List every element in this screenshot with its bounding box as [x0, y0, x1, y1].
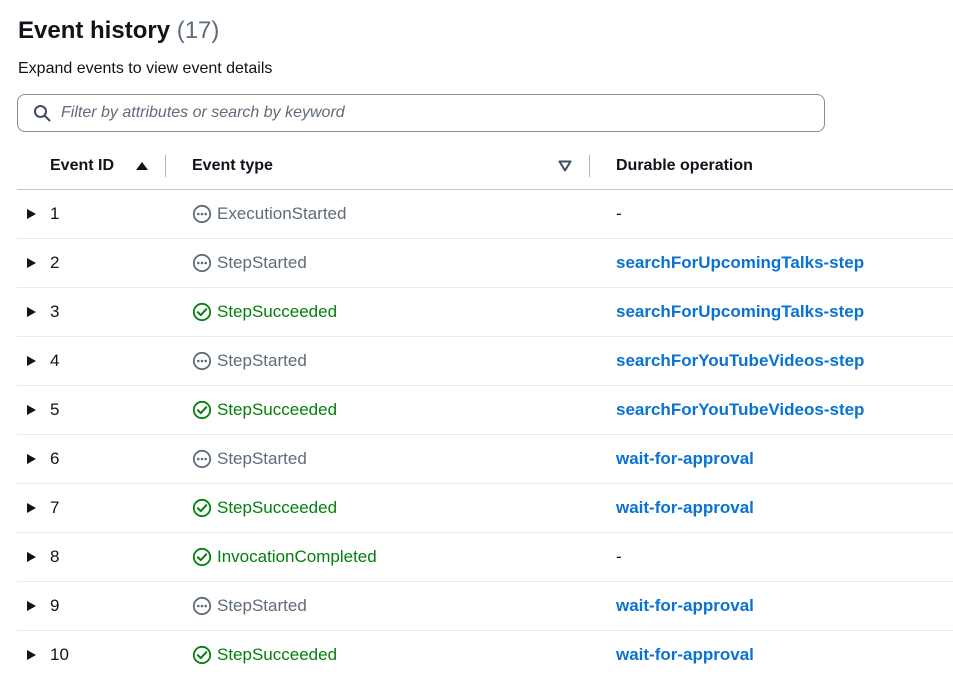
event-id-cell: 8	[50, 547, 60, 566]
table-row[interactable]: 7 StepSucceeded wait-for-approval	[17, 484, 953, 533]
success-icon	[192, 547, 212, 567]
in-progress-icon	[192, 351, 212, 371]
table-row[interactable]: 9 StepStarted wait-for-approval	[17, 582, 953, 631]
event-type-cell: StepStarted	[192, 337, 307, 385]
search-input[interactable]	[61, 104, 824, 122]
durable-operation-cell: searchForYouTubeVideos-step	[616, 337, 864, 385]
column-header-event-id[interactable]: Event ID	[50, 142, 114, 189]
expand-caret-icon[interactable]	[25, 257, 37, 269]
table-row[interactable]: 3 StepSucceeded searchForUpcomingTalks-ste…	[17, 288, 953, 337]
event-type-cell: ExecutionStarted	[192, 190, 346, 238]
event-type-cell: StepStarted	[192, 239, 307, 287]
durable-operation-link[interactable]: searchForYouTubeVideos-step	[616, 400, 864, 420]
event-id-cell: 6	[50, 449, 60, 468]
expand-caret-icon[interactable]	[25, 502, 37, 514]
durable-operation-empty: -	[616, 204, 622, 223]
durable-operation-link[interactable]: wait-for-approval	[616, 645, 754, 665]
success-icon	[192, 645, 212, 665]
column-divider[interactable]	[165, 155, 166, 177]
page-header: Event history (17)	[18, 16, 219, 46]
durable-operation-link[interactable]: wait-for-approval	[616, 498, 754, 518]
sort-indicator-icon[interactable]	[558, 160, 572, 172]
event-type-cell: StepStarted	[192, 582, 307, 630]
event-type-cell: StepSucceeded	[192, 288, 337, 336]
search-icon	[34, 105, 51, 122]
event-id-cell: 2	[50, 253, 60, 272]
page-description: Expand events to view event details	[18, 60, 273, 77]
expand-caret-icon[interactable]	[25, 404, 37, 416]
expand-caret-icon[interactable]	[25, 649, 37, 661]
durable-operation-cell: wait-for-approval	[616, 582, 754, 630]
event-type-label: ExecutionStarted	[217, 204, 347, 223]
event-id-cell: 5	[50, 400, 60, 419]
event-type-label: StepStarted	[217, 351, 307, 370]
column-header-durable-operation[interactable]: Durable operation	[616, 142, 753, 189]
event-type-label: StepSucceeded	[217, 498, 338, 517]
table-row[interactable]: 1 ExecutionStarted -	[17, 190, 953, 239]
durable-operation-link[interactable]: searchForUpcomingTalks-step	[616, 302, 864, 322]
durable-operation-cell: searchForUpcomingTalks-step	[616, 239, 864, 287]
event-type-label: StepSucceeded	[217, 645, 338, 664]
table-row[interactable]: 4 StepStarted searchForYouTubeVideos-step	[17, 337, 953, 386]
event-id-cell: 4	[50, 351, 60, 370]
search-box[interactable]	[17, 94, 825, 132]
event-id-cell: 3	[50, 302, 60, 321]
table-row[interactable]: 2 StepStarted searchForUpcomingTalks-step	[17, 239, 953, 288]
success-icon	[192, 400, 212, 420]
durable-operation-link[interactable]: searchForUpcomingTalks-step	[616, 253, 864, 273]
table-row[interactable]: 8 InvocationCompleted -	[17, 533, 953, 582]
column-header-event-type[interactable]: Event type	[192, 142, 273, 189]
in-progress-icon	[192, 204, 212, 224]
event-type-label: StepStarted	[217, 253, 307, 272]
success-icon	[192, 498, 212, 518]
in-progress-icon	[192, 596, 212, 616]
event-id-cell: 10	[50, 645, 69, 664]
title-text: Event history	[18, 17, 171, 44]
durable-operation-empty: -	[616, 547, 622, 566]
page-title: Event history (17)	[18, 16, 219, 46]
column-divider[interactable]	[589, 155, 590, 177]
event-type-cell: InvocationCompleted	[192, 533, 377, 581]
event-type-cell: StepSucceeded	[192, 631, 337, 679]
event-type-label: StepSucceeded	[217, 302, 338, 321]
event-type-cell: StepSucceeded	[192, 484, 337, 532]
sort-ascending-icon[interactable]	[135, 161, 149, 171]
table-row[interactable]: 5 StepSucceeded searchForYouTubeVideos-ste…	[17, 386, 953, 435]
durable-operation-cell: -	[616, 533, 622, 581]
durable-operation-cell: searchForUpcomingTalks-step	[616, 288, 864, 336]
expand-caret-icon[interactable]	[25, 208, 37, 220]
event-id-cell: 9	[50, 596, 60, 615]
event-id-cell: 7	[50, 498, 60, 517]
durable-operation-link[interactable]: searchForYouTubeVideos-step	[616, 351, 864, 371]
event-count: (17)	[176, 17, 220, 44]
expand-caret-icon[interactable]	[25, 355, 37, 367]
event-table: Event ID Event type Durable operation 1 E…	[17, 142, 953, 679]
durable-operation-cell: wait-for-approval	[616, 484, 754, 532]
event-id-cell: 1	[50, 204, 60, 223]
table-body: 1 ExecutionStarted - 2 StepStarted searchForU…	[17, 190, 953, 679]
in-progress-icon	[192, 253, 212, 273]
expand-caret-icon[interactable]	[25, 306, 37, 318]
durable-operation-cell: wait-for-approval	[616, 435, 754, 483]
durable-operation-cell: -	[616, 190, 622, 238]
durable-operation-cell: searchForYouTubeVideos-step	[616, 386, 864, 434]
durable-operation-link[interactable]: wait-for-approval	[616, 596, 754, 616]
expand-caret-icon[interactable]	[25, 551, 37, 563]
expand-caret-icon[interactable]	[25, 453, 37, 465]
table-row[interactable]: 6 StepStarted wait-for-approval	[17, 435, 953, 484]
event-type-label: StepStarted	[217, 596, 307, 615]
event-type-label: InvocationCompleted	[217, 547, 377, 566]
event-type-cell: StepStarted	[192, 435, 307, 483]
table-row[interactable]: 10 StepSucceeded wait-for-approval	[17, 631, 953, 679]
in-progress-icon	[192, 449, 212, 469]
durable-operation-link[interactable]: wait-for-approval	[616, 449, 754, 469]
table-header: Event ID Event type Durable operation	[17, 142, 953, 190]
expand-caret-icon[interactable]	[25, 600, 37, 612]
event-type-label: StepSucceeded	[217, 400, 338, 419]
success-icon	[192, 302, 212, 322]
event-type-cell: StepSucceeded	[192, 386, 337, 434]
event-type-label: StepStarted	[217, 449, 307, 468]
durable-operation-cell: wait-for-approval	[616, 631, 754, 679]
